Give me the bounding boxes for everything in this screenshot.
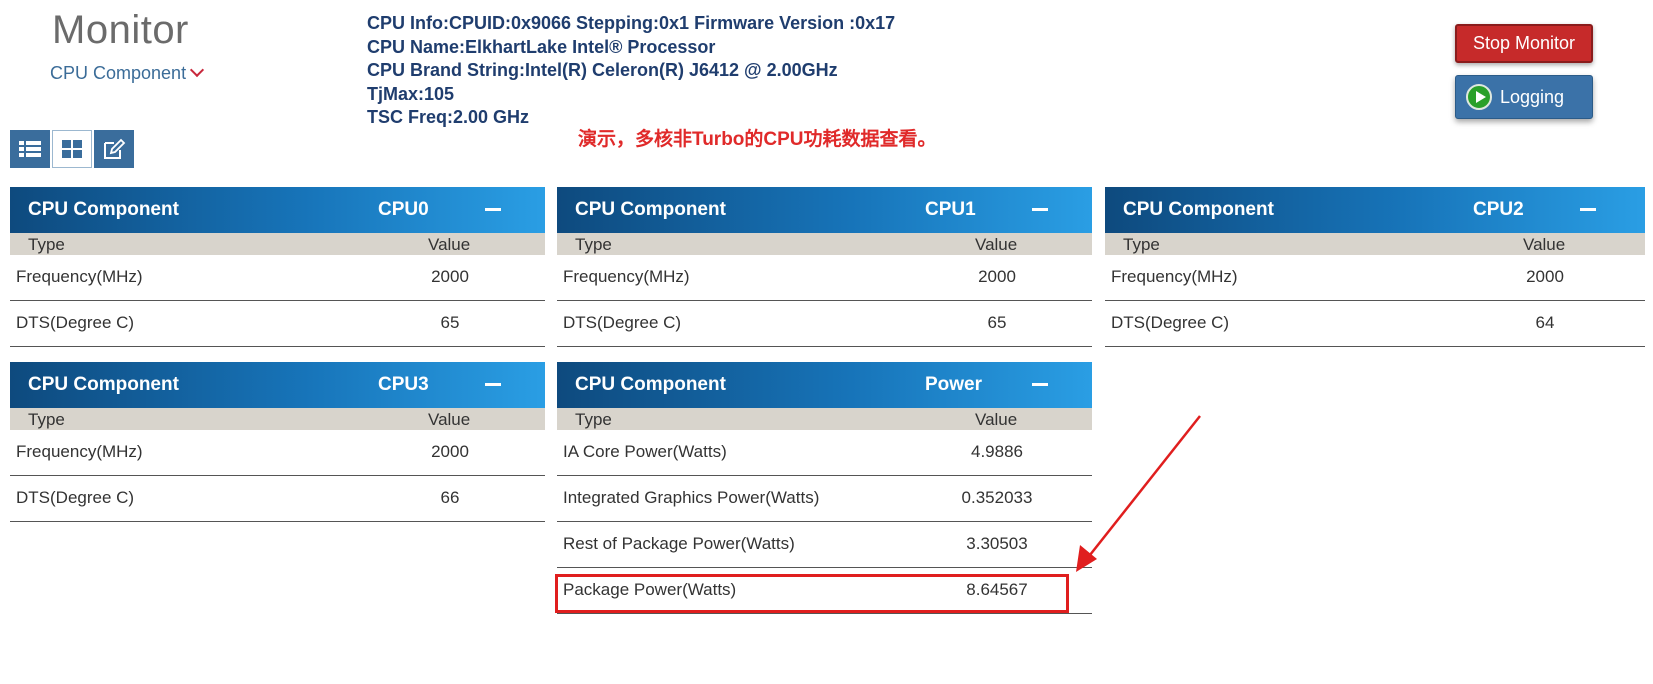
red-arrow-icon xyxy=(1076,415,1201,572)
